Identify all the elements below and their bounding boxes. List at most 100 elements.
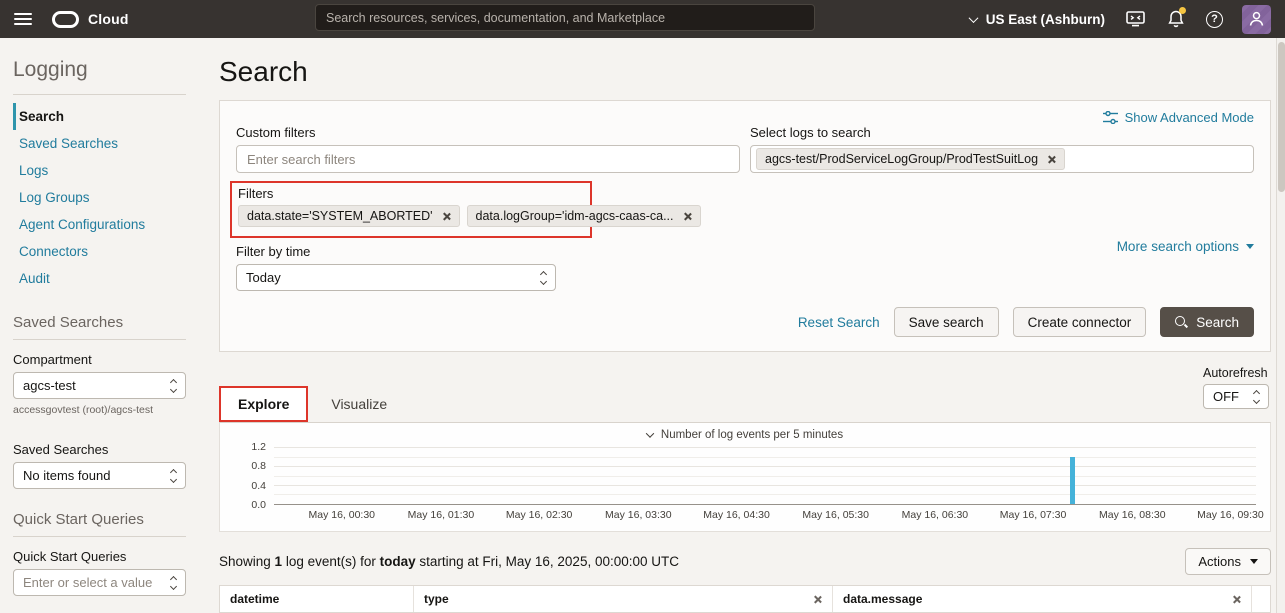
- tab-explore[interactable]: Explore: [221, 388, 306, 420]
- chevron-down-icon: [646, 429, 654, 437]
- column-header-expand: [1252, 586, 1272, 612]
- filters-label: Filters: [238, 186, 582, 201]
- caret-down-icon: [1250, 559, 1258, 564]
- divider: [13, 339, 186, 340]
- selected-log-chip[interactable]: agcs-test/ProdServiceLogGroup/ProdTestSu…: [756, 148, 1065, 170]
- sidebar-item-audit[interactable]: Audit: [13, 265, 186, 292]
- save-search-button[interactable]: Save search: [894, 307, 999, 337]
- sidebar-item-search[interactable]: Search: [13, 103, 186, 130]
- filters-annotation-box: Filters data.state='SYSTEM_ABORTED' data…: [230, 181, 592, 238]
- saved-searches-section-title: Saved Searches: [13, 314, 186, 331]
- compartment-select[interactable]: agcs-test: [13, 372, 186, 399]
- results-summary: Showing 1 log event(s) for today startin…: [219, 554, 679, 569]
- stepper-icon: [171, 470, 176, 482]
- sidebar-item-saved-searches[interactable]: Saved Searches: [13, 130, 186, 157]
- remove-column-icon[interactable]: [813, 595, 822, 604]
- stepper-icon: [171, 380, 176, 392]
- stepper-icon: [541, 272, 546, 284]
- topbar: Cloud US East (Ashburn) ?: [0, 0, 1285, 38]
- stepper-icon: [171, 577, 176, 589]
- filter-chip[interactable]: data.state='SYSTEM_ABORTED': [238, 205, 460, 227]
- table-header-row: datetime type data.message: [220, 586, 1270, 613]
- sidebar-item-agent-configurations[interactable]: Agent Configurations: [13, 211, 186, 238]
- sidebar-title: Logging: [13, 58, 186, 82]
- log-results-table: datetime type data.message May 16, 2025,…: [219, 585, 1271, 613]
- help-icon[interactable]: ?: [1206, 11, 1223, 28]
- divider: [13, 536, 186, 537]
- filter-left-column: Custom filters Filters data.state='SYSTE…: [236, 125, 740, 291]
- quick-start-label: Quick Start Queries: [13, 549, 186, 564]
- hamburger-menu-icon[interactable]: [14, 13, 32, 25]
- compartment-path: accessgovtest (root)/agcs-test: [13, 404, 186, 416]
- autorefresh-select[interactable]: OFF: [1203, 384, 1269, 409]
- oracle-o-icon: [52, 11, 79, 28]
- sidebar-item-connectors[interactable]: Connectors: [13, 238, 186, 265]
- divider: [13, 94, 186, 95]
- results-row: Showing 1 log event(s) for today startin…: [219, 548, 1271, 575]
- custom-filters-label: Custom filters: [236, 125, 740, 140]
- topbar-right: US East (Ashburn) ?: [970, 5, 1271, 34]
- chart-plot-area[interactable]: [274, 447, 1256, 505]
- remove-column-icon[interactable]: [1232, 595, 1241, 604]
- reset-search-link[interactable]: Reset Search: [798, 315, 880, 330]
- autorefresh-control: Autorefresh OFF: [1203, 366, 1269, 409]
- more-search-options-link[interactable]: More search options: [750, 239, 1254, 254]
- autorefresh-label: Autorefresh: [1203, 366, 1269, 380]
- quick-start-section: Quick Start Queries Quick Start Queries …: [13, 511, 186, 596]
- region-label: US East (Ashburn): [986, 12, 1105, 27]
- global-search-input[interactable]: [315, 4, 815, 31]
- explore-tab-annotation-box: Explore: [219, 386, 308, 422]
- column-header-datetime[interactable]: datetime: [220, 586, 414, 612]
- chevron-down-icon: [968, 13, 978, 23]
- sliders-icon: [1103, 111, 1118, 124]
- sidebar: Logging Search Saved Searches Logs Log G…: [0, 38, 200, 613]
- search-filter-panel: Show Advanced Mode Custom filters Filter…: [219, 100, 1271, 352]
- global-search: [315, 4, 815, 31]
- saved-searches-section: Saved Searches Compartment agcs-test acc…: [13, 314, 186, 489]
- saved-searches-select[interactable]: No items found: [13, 462, 186, 489]
- log-events-chart: Number of log events per 5 minutes 1.2 0…: [219, 422, 1271, 532]
- custom-filters-input[interactable]: [236, 145, 740, 173]
- sidebar-nav: Search Saved Searches Logs Log Groups Ag…: [13, 103, 186, 292]
- quick-start-section-title: Quick Start Queries: [13, 511, 186, 528]
- sidebar-item-log-groups[interactable]: Log Groups: [13, 184, 186, 211]
- user-avatar[interactable]: [1242, 5, 1271, 34]
- create-connector-button[interactable]: Create connector: [1013, 307, 1147, 337]
- saved-searches-label: Saved Searches: [13, 442, 186, 457]
- remove-chip-icon[interactable]: [683, 212, 692, 221]
- tab-visualize[interactable]: Visualize: [314, 388, 404, 422]
- filter-chip[interactable]: data.logGroup='idm-agcs-caas-ca...: [467, 205, 701, 227]
- sidebar-item-logs[interactable]: Logs: [13, 157, 186, 184]
- filter-chips: data.state='SYSTEM_ABORTED' data.logGrou…: [238, 205, 582, 227]
- time-range-select[interactable]: Today: [236, 264, 556, 291]
- caret-down-icon: [1246, 244, 1254, 249]
- search-button[interactable]: Search: [1160, 307, 1254, 337]
- cloud-shell-icon[interactable]: [1124, 9, 1146, 29]
- select-logs-input[interactable]: agcs-test/ProdServiceLogGroup/ProdTestSu…: [750, 145, 1254, 173]
- chart-title[interactable]: Number of log events per 5 minutes: [234, 429, 1256, 441]
- main-content: Search Show Advanced Mode Custom filters…: [200, 38, 1285, 613]
- remove-chip-icon[interactable]: [442, 212, 451, 221]
- brand-label: Cloud: [88, 11, 129, 27]
- scrollbar[interactable]: [1276, 38, 1285, 613]
- column-header-data-message[interactable]: data.message: [833, 586, 1252, 612]
- scrollbar-thumb[interactable]: [1278, 42, 1285, 192]
- filter-right-column: Select logs to search agcs-test/ProdServ…: [750, 125, 1254, 291]
- column-header-type[interactable]: type: [414, 586, 833, 612]
- filter-actions: Reset Search Save search Create connecto…: [236, 307, 1254, 337]
- quick-start-select[interactable]: Enter or select a value: [13, 569, 186, 596]
- magnifier-icon: [1175, 316, 1188, 329]
- actions-button[interactable]: Actions: [1185, 548, 1271, 575]
- compartment-label: Compartment: [13, 352, 186, 367]
- stepper-icon: [1254, 391, 1259, 403]
- remove-chip-icon[interactable]: [1047, 155, 1056, 164]
- show-advanced-mode-link[interactable]: Show Advanced Mode: [1103, 110, 1254, 125]
- select-logs-label: Select logs to search: [750, 125, 1254, 140]
- chart-bar[interactable]: [1070, 457, 1075, 504]
- chart-y-axis: 1.2 0.8 0.4 0.0: [234, 447, 274, 505]
- notifications-bell-icon[interactable]: [1165, 9, 1187, 29]
- oracle-cloud-logo[interactable]: Cloud: [52, 11, 129, 28]
- notification-badge: [1179, 7, 1186, 14]
- region-selector[interactable]: US East (Ashburn): [970, 12, 1105, 27]
- tabs-row: Explore Visualize Autorefresh OFF: [219, 386, 1271, 422]
